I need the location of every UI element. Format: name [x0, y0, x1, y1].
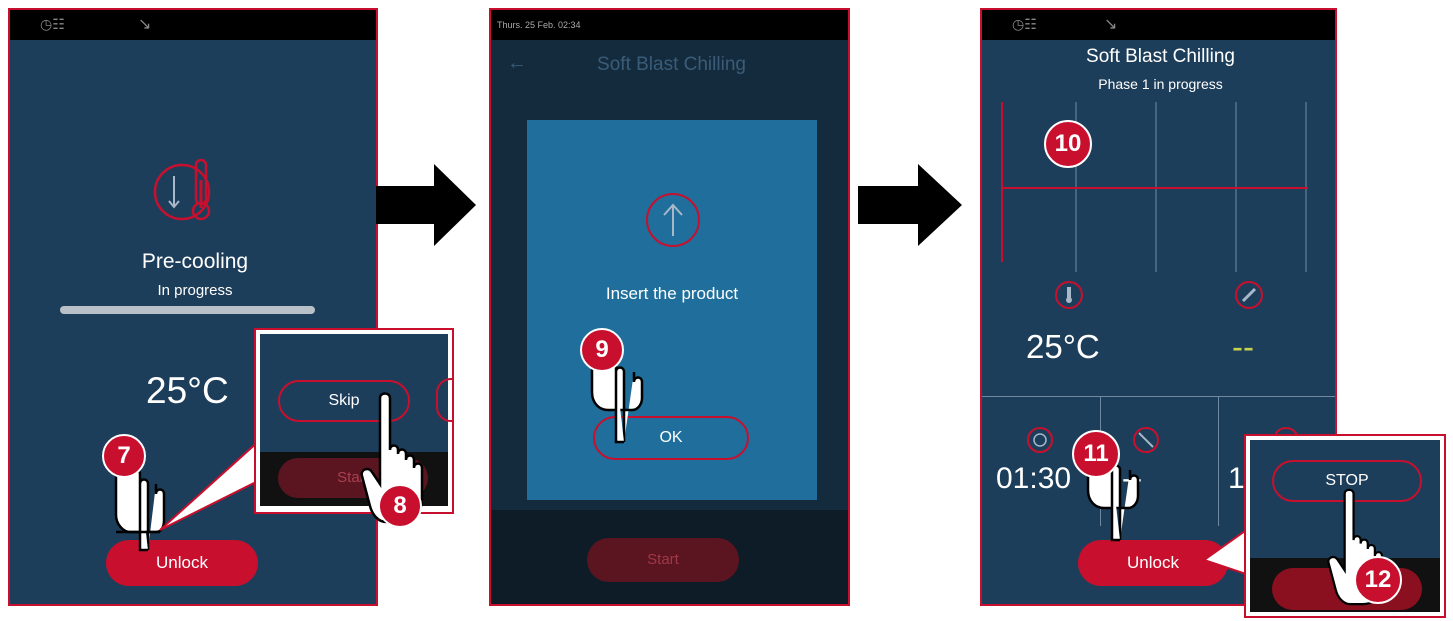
screen-title: Soft Blast Chilling [1086, 46, 1235, 67]
thermometer-icon [1055, 281, 1083, 309]
divider [982, 396, 1335, 397]
status-bar: ◷☷ ↘ [10, 10, 376, 40]
screen-title: Pre-cooling [141, 250, 249, 273]
step-12-badge: 12 [1354, 556, 1402, 604]
divider [1218, 396, 1219, 526]
temperature-graph [1001, 102, 1308, 272]
status-bar: Thurs. 25 Feb. 02:34 [491, 10, 848, 40]
step-7-badge: 7 [102, 434, 146, 478]
status-icons: ◷☷ [40, 16, 65, 32]
step-11-badge: 11 [1072, 430, 1120, 478]
progress-bar [60, 306, 315, 314]
phase-subtitle: Phase 1 in progress [1098, 76, 1223, 92]
flow-arrow-icon [858, 164, 962, 246]
dialog: Insert the product OK [527, 120, 817, 500]
wifi-icon: ↘ [1104, 16, 1118, 33]
probe-icon [1235, 281, 1263, 309]
temperature-readout: 25°C [146, 370, 229, 411]
status-subtitle: In progress [157, 282, 233, 299]
back-arrow-icon[interactable]: ← [507, 52, 527, 75]
clock-icon [1027, 427, 1053, 453]
datetime: Thurs. 25 Feb. 02:34 [497, 20, 581, 30]
probe-readout: -- [1232, 328, 1254, 365]
step-9-badge: 9 [580, 328, 624, 372]
time-readout: 01:30 [996, 462, 1072, 495]
start-label: Start [647, 551, 679, 568]
temperature-readout: 25°C [1026, 328, 1100, 365]
up-arrow-icon [646, 193, 700, 247]
step-8-badge: 8 [378, 484, 422, 528]
progress-fill [60, 306, 315, 314]
partial-readout: 1 [1228, 462, 1245, 495]
step-10-badge: 10 [1044, 120, 1092, 168]
status-bar: ◷☷ ↘ [982, 10, 1335, 40]
dialog-message: Insert the product [605, 284, 739, 303]
status-icons: ◷☷ [1012, 16, 1037, 32]
insert-product-screen: Thurs. 25 Feb. 02:34 Soft Blast Chilling… [489, 8, 850, 606]
pointing-hand-icon [590, 350, 644, 444]
screen-title: Soft Blast Chilling [597, 54, 746, 75]
pre-cooling-thermometer-icon [153, 158, 211, 221]
start-button-dim[interactable]: Start [587, 538, 739, 582]
wifi-icon: ↘ [138, 16, 152, 33]
flow-arrow-icon [376, 164, 476, 246]
